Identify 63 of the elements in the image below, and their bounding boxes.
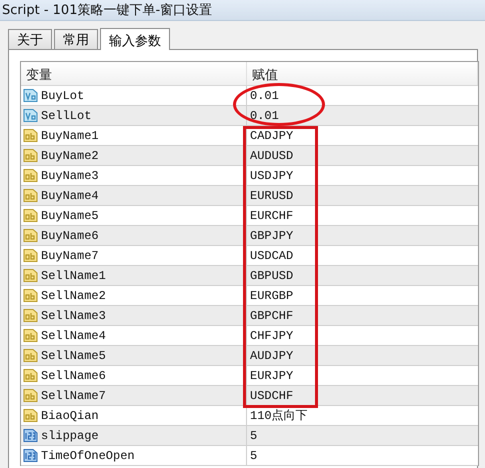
value-text[interactable]: 0.01 [250, 88, 279, 102]
value-text[interactable]: USDJPY [250, 168, 294, 182]
variable-name: SellName4 [41, 328, 106, 342]
tab[interactable]: 输入参数 [100, 28, 170, 50]
text-type-icon [23, 388, 38, 403]
text-type-icon [23, 368, 38, 383]
column-header: 赋值 [247, 62, 478, 85]
text-type-icon [23, 268, 38, 283]
value-text[interactable]: 110点向下 [250, 407, 308, 424]
variable-name: SellName6 [41, 368, 106, 382]
variable-name: BuyName2 [41, 148, 99, 162]
text-type-icon [23, 228, 38, 243]
text-type-icon [23, 248, 38, 263]
value-text[interactable]: USDCAD [250, 248, 294, 262]
text-type-icon [23, 328, 38, 343]
value-text[interactable]: EURJPY [250, 368, 294, 382]
value-text[interactable]: CHFJPY [250, 328, 294, 342]
text-type-icon [23, 408, 38, 423]
tab[interactable]: 关于 [8, 29, 52, 49]
value-text[interactable]: USDCHF [250, 388, 294, 402]
value-text[interactable]: CADJPY [250, 128, 294, 142]
value-text[interactable]: EURUSD [250, 188, 294, 202]
text-type-icon [23, 308, 38, 323]
variable-name: SellName7 [41, 388, 106, 402]
variable-name: SellName1 [41, 268, 106, 282]
variable-name: BiaoQian [41, 408, 99, 422]
text-type-icon [23, 348, 38, 363]
variable-name: BuyName1 [41, 128, 99, 142]
value-text[interactable]: AUDUSD [250, 148, 294, 162]
number-type-icon [23, 428, 38, 443]
text-type-icon [23, 148, 38, 163]
value-text[interactable]: EURGBP [250, 288, 294, 302]
value-text[interactable]: EURCHF [250, 208, 294, 222]
variable-name: BuyName7 [41, 248, 99, 262]
tab[interactable]: 常用 [54, 29, 98, 49]
value-text[interactable]: 0.01 [250, 108, 279, 122]
value-text[interactable]: 5 [250, 448, 258, 462]
variable-name: BuyName3 [41, 168, 99, 182]
variable-name: TimeOfOneOpen [41, 448, 135, 462]
variable-name: SellName3 [41, 308, 106, 322]
text-type-icon [23, 168, 38, 183]
variable-name: BuyName6 [41, 228, 99, 242]
value-text[interactable]: AUDJPY [250, 348, 294, 362]
window-title: Script - 101策略一键下单-窗口设置 [2, 2, 212, 19]
text-type-icon [23, 208, 38, 223]
number-type-icon [23, 108, 38, 123]
value-text[interactable]: GBPUSD [250, 268, 294, 282]
value-text[interactable]: 5 [250, 428, 258, 442]
text-type-icon [23, 128, 38, 143]
value-text[interactable]: GBPJPY [250, 228, 294, 242]
variable-name: BuyName5 [41, 208, 99, 222]
number-type-icon [23, 88, 38, 103]
variable-name: slippage [41, 428, 99, 442]
variable-name: BuyLot [41, 88, 84, 102]
text-type-icon [23, 288, 38, 303]
value-text[interactable]: GBPCHF [250, 308, 294, 322]
variable-name: SellName5 [41, 348, 106, 362]
variable-name: BuyName4 [41, 188, 99, 202]
column-header: 变量 [21, 62, 247, 85]
number-type-icon [23, 448, 38, 463]
variable-name: SellLot [41, 108, 92, 122]
variable-name: SellName2 [41, 288, 106, 302]
text-type-icon [23, 188, 38, 203]
